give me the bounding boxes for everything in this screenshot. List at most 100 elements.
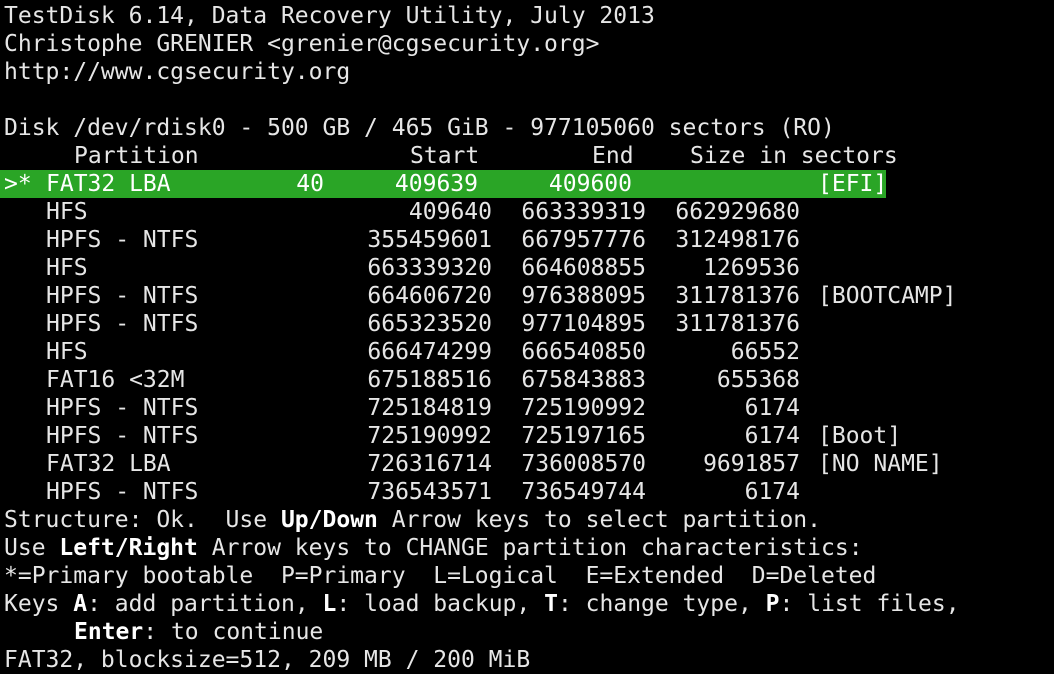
column-header-row: Partition Start End Size in sectors [0,142,1054,170]
partition-end: 977104895 [521,311,646,337]
partition-type: HPFS - NTFS [46,479,199,505]
partition-type: FAT16 <32M [46,367,185,393]
partition-type: HPFS - NTFS [46,423,199,449]
partition-start: 725184819 [367,395,492,421]
partition-row[interactable]: HPFS - NTFS 665323520 977104895 31178137… [0,310,1054,338]
partition-type: FAT32 LBA [46,451,171,477]
help-text: Use [4,535,60,561]
partition-size: 66552 [730,339,800,365]
partition-type: HFS [46,255,88,281]
partition-row[interactable]: FAT16 <32M 675188516 675843883 655368 [0,366,1054,394]
partition-end: 976388095 [521,283,646,309]
partition-row[interactable]: HFS 409640 663339319 662929680 [0,198,1054,226]
column-header-start: Start [410,143,480,169]
partition-row-selected[interactable]: >* FAT32 LBA 40 409639 409600 [EFI] [0,170,888,198]
column-header-partition: Partition [74,143,199,169]
partition-row[interactable]: HFS 663339320 664608855 1269536 [0,254,1054,282]
key-a[interactable]: A [73,591,87,617]
partition-label: [EFI] [818,171,888,197]
app-title: TestDisk 6.14, Data Recovery Utility, Ju… [4,3,655,29]
partition-size: 6174 [744,479,800,505]
help-text: : add partition, [87,591,323,617]
key-l[interactable]: L [323,591,337,617]
partition-size: 1269536 [703,255,800,281]
partition-size: 9691857 [703,451,800,477]
partition-end: 664608855 [521,255,646,281]
status-line: FAT32, blocksize=512, 209 MB / 200 MiB [4,647,531,673]
help-line-enter: Enter: to continue [0,618,1054,646]
partition-row[interactable]: HPFS - NTFS 355459601 667957776 31249817… [0,226,1054,254]
partition-start: 665323520 [367,311,492,337]
key-p[interactable]: P [766,591,780,617]
help-text: Keys [4,591,74,617]
partition-label: [BOOTCAMP] [818,283,957,309]
key-enter[interactable]: Enter [74,619,143,645]
partition-row[interactable]: HFS 666474299 666540850 66552 [0,338,1054,366]
partition-type: HFS [46,339,88,365]
help-line-change: Use Left/Right Arrow keys to CHANGE part… [0,534,1054,562]
partition-end: 736008570 [521,451,646,477]
partition-list: >* FAT32 LBA 40 409639 409600 [EFI] HFS … [0,170,1054,506]
partition-start: 725190992 [367,423,492,449]
partition-size: 6174 [744,395,800,421]
partition-end: 675843883 [521,367,646,393]
partition-size: 655368 [716,367,800,393]
partition-row[interactable]: HPFS - NTFS 725190992 725197165 6174 [Bo… [0,422,1054,450]
help-line-legend: *=Primary bootable P=Primary L=Logical E… [4,563,877,589]
partition-row[interactable]: HPFS - NTFS 736543571 736549744 6174 [0,478,1054,506]
partition-type: HFS [46,199,88,225]
partition-start: 736543571 [367,479,492,505]
help-line-keys: Keys A: add partition, L: load backup, T… [0,590,1054,618]
author-line: Christophe GRENIER <grenier@cgsecurity.o… [4,31,600,57]
partition-size: 312498176 [675,227,800,253]
partition-size: 662929680 [675,199,800,225]
partition-size: 311781376 [675,283,800,309]
column-header-size: Size in sectors [690,143,898,169]
partition-type: HPFS - NTFS [46,395,199,421]
key-left-right: Left/Right [59,535,198,561]
partition-end: 667957776 [521,227,646,253]
partition-type: FAT32 LBA [46,171,171,197]
partition-start: 666474299 [367,339,492,365]
website-line: http://www.cgsecurity.org [4,59,351,85]
terminal-window: TestDisk 6.14, Data Recovery Utility, Ju… [0,0,1054,674]
selection-marker: >* [4,171,32,197]
partition-start: 675188516 [367,367,492,393]
help-text: : change type, [557,591,766,617]
partition-end: 663339319 [521,199,646,225]
partition-end: 725197165 [521,423,646,449]
partition-type: HPFS - NTFS [46,227,199,253]
partition-end: 666540850 [521,339,646,365]
help-text: : list files, [779,591,960,617]
partition-start: 409640 [408,199,492,225]
partition-row[interactable]: HPFS - NTFS 725184819 725190992 6174 [0,394,1054,422]
partition-size: 6174 [744,423,800,449]
partition-start: 726316714 [367,451,492,477]
help-text: Structure: Ok. Use [4,507,281,533]
column-header-end: End [592,143,634,169]
partition-label: [NO NAME] [818,451,943,477]
partition-end: 409639 [394,171,478,197]
partition-start: 355459601 [367,227,492,253]
partition-start: 40 [296,171,324,197]
partition-start: 663339320 [367,255,492,281]
partition-row[interactable]: HPFS - NTFS 664606720 976388095 31178137… [0,282,1054,310]
partition-end: 736549744 [521,479,646,505]
disk-info: Disk /dev/rdisk0 - 500 GB / 465 GiB - 97… [4,115,835,141]
key-up-down: Up/Down [280,507,378,533]
partition-type: HPFS - NTFS [46,283,199,309]
help-text: : load backup, [336,591,545,617]
partition-row[interactable]: FAT32 LBA 726316714 736008570 9691857 [N… [0,450,1054,478]
partition-label: [Boot] [818,423,902,449]
key-t[interactable]: T [544,591,558,617]
help-text: Arrow keys to select partition. [377,507,821,533]
help-text: : to continue [143,619,324,645]
partition-type: HPFS - NTFS [46,311,199,337]
partition-end: 725190992 [521,395,646,421]
partition-start: 664606720 [367,283,492,309]
help-text: Arrow keys to CHANGE partition character… [197,535,863,561]
help-line-structure: Structure: Ok. Use Up/Down Arrow keys to… [0,506,1054,534]
partition-size: 311781376 [675,311,800,337]
partition-size: 409600 [548,171,632,197]
